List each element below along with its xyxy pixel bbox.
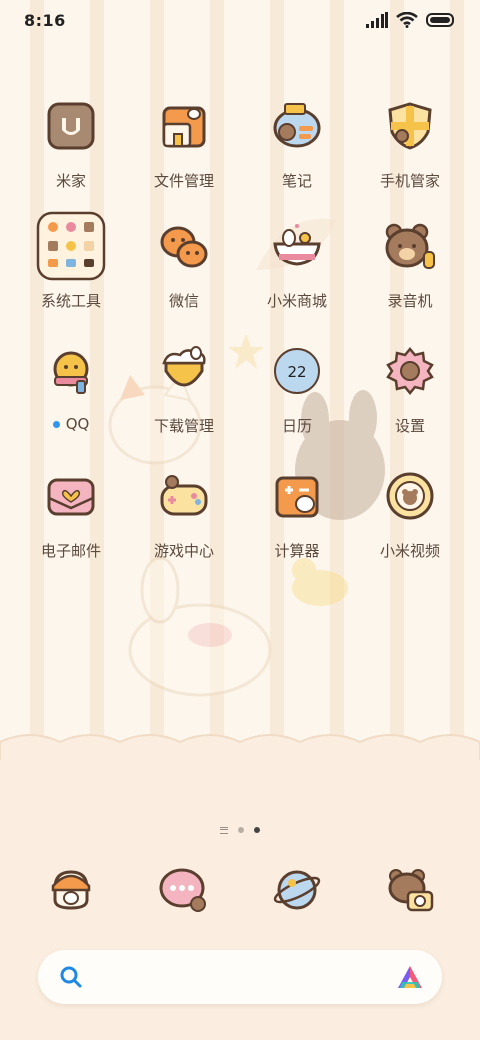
app-label: QQ [65,415,90,433]
app-label: 文件管理 [153,172,214,190]
system-tools-folder-icon [36,211,106,281]
page-indicator[interactable] [0,822,480,838]
wifi-icon [396,12,418,28]
search-bar[interactable] [38,950,442,1004]
app-label: 米家 [55,172,86,190]
calendar-icon: 22 [274,348,320,394]
pager-dot-2[interactable] [254,827,260,833]
settings-icon [386,347,434,395]
app-label: 系统工具 [40,292,101,310]
app-mijia[interactable]: 米家 [15,90,127,200]
qq-icon [53,351,89,394]
app-recorder[interactable]: 录音机 [354,210,466,320]
app-file-manager[interactable]: 文件管理 [128,90,240,200]
downloads-icon [162,346,206,387]
dock-app-camera[interactable] [374,854,446,926]
pager-menu-icon[interactable] [220,826,228,834]
security-icon [388,102,432,150]
phone-icon [51,870,91,910]
app-label: 手机管家 [379,172,440,190]
app-settings[interactable]: 设置 [354,335,466,445]
app-mi-store[interactable]: 小米商城 [241,210,353,320]
notes-icon [273,103,321,148]
app-downloads[interactable]: 下载管理 [128,335,240,445]
app-label: 小米视频 [379,542,440,560]
new-notification-dot [52,420,60,428]
app-label: 计算器 [274,542,320,560]
app-label: 微信 [168,292,199,310]
battery-icon [426,13,454,27]
app-label: 电子邮件 [40,542,101,560]
app-game-center[interactable]: 游戏中心 [128,460,240,570]
app-calculator[interactable]: 计算器 [241,460,353,570]
status-icons [366,12,456,28]
app-label: 录音机 [387,292,433,310]
app-label: 小米商城 [266,292,327,310]
calculator-icon [275,476,319,518]
app-label: 笔记 [281,172,312,190]
file-manager-icon [162,106,206,148]
game-center-icon [160,475,208,516]
mijia-icon [47,102,95,150]
app-label: 设置 [394,417,425,435]
email-icon [47,478,95,516]
signal-icon [366,12,388,28]
wallpaper-bunny-decoration [128,556,272,697]
status-time: 8:16 [24,10,66,30]
recorder-icon [385,223,435,269]
app-qq[interactable]: QQ [15,335,127,445]
mi-video-icon [386,472,434,520]
app-email[interactable]: 电子邮件 [15,460,127,570]
status-bar: 8:16 [0,0,480,40]
mi-store-icon [273,224,321,266]
app-notes[interactable]: 笔记 [241,90,353,200]
search-icon[interactable] [58,964,84,990]
camera-icon [388,869,434,912]
app-calendar[interactable]: 22 日历 [241,335,353,445]
app-wechat[interactable]: 微信 [128,210,240,320]
messages-icon [159,868,206,912]
browser-icon [273,870,321,910]
dock-app-browser[interactable] [261,854,333,926]
app-label: 游戏中心 [153,542,214,560]
dock-app-phone[interactable] [35,854,107,926]
app-mi-video[interactable]: 小米视频 [354,460,466,570]
wechat-icon [160,226,208,268]
app-vault-icon[interactable] [396,964,424,990]
app-folder-system-tools[interactable]: 系统工具 [15,210,127,320]
calendar-date: 22 [287,363,306,381]
dock-app-messages[interactable] [148,854,220,926]
app-security[interactable]: 手机管家 [354,90,466,200]
pager-dot-1[interactable] [238,827,244,833]
app-label: 日历 [281,417,312,435]
app-label: 下载管理 [153,417,214,435]
